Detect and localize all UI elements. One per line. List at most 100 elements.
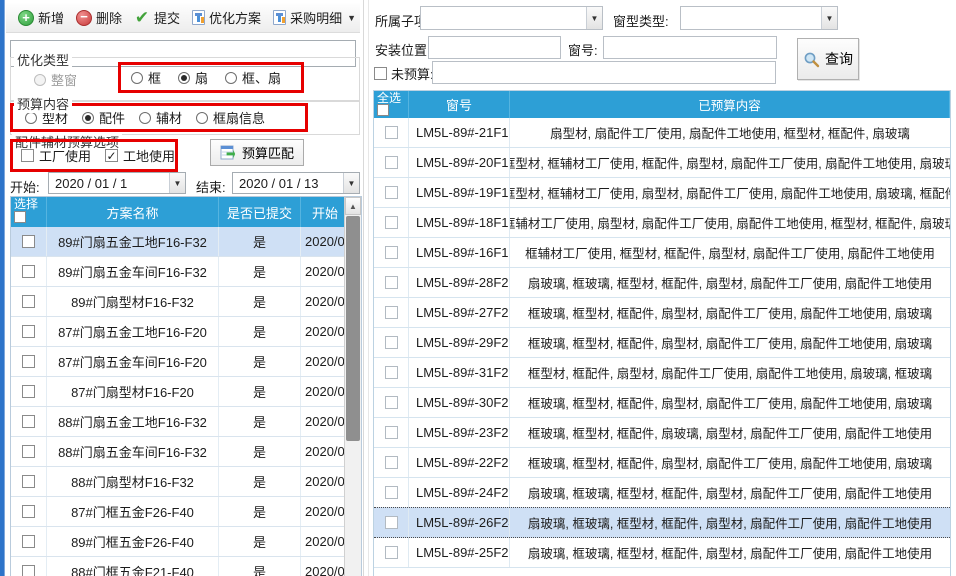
- scrollbar-thumb[interactable]: [346, 216, 360, 441]
- window-row[interactable]: LM5L-89#-29F27 框玻璃, 框型材, 框配件, 扇型材, 扇配件工厂…: [374, 328, 950, 358]
- no-budget-input[interactable]: [432, 61, 776, 84]
- window-row[interactable]: LM5L-89#-27F25 框玻璃, 框型材, 框配件, 扇型材, 扇配件工厂…: [374, 298, 950, 328]
- window-row[interactable]: LM5L-89#-30F28 框玻璃, 框型材, 框配件, 扇型材, 扇配件工厂…: [374, 388, 950, 418]
- toolbar-button-icon: [192, 10, 205, 25]
- window-row[interactable]: LM5L-89#-31F29 框型材, 框配件, 扇型材, 扇配件工厂使用, 扇…: [374, 358, 950, 388]
- plan-row[interactable]: 89#门扇五金工地F16-F32 是 2020/0: [11, 227, 361, 257]
- window-row[interactable]: LM5L-89#-28F26 扇玻璃, 框玻璃, 框型材, 框配件, 扇型材, …: [374, 268, 950, 298]
- radio-option[interactable]: 框: [131, 68, 161, 87]
- toolbar-button[interactable]: 采购明细 ▼: [267, 5, 362, 30]
- row-checkbox[interactable]: [385, 306, 398, 319]
- checkbox-option[interactable]: 工厂使用: [21, 146, 91, 165]
- radio-option[interactable]: 整窗: [34, 70, 77, 89]
- row-checkbox[interactable]: [385, 426, 398, 439]
- checkbox-icon: [374, 67, 387, 80]
- sub-item-combo[interactable]: ▼: [420, 6, 603, 30]
- toolbar-button[interactable]: 新增: [12, 5, 70, 30]
- scroll-up-arrow-icon[interactable]: ▲: [345, 197, 361, 215]
- start-date-picker[interactable]: 2020 / 01 / 1 ▼: [48, 172, 186, 194]
- end-date-picker[interactable]: 2020 / 01 / 13 ▼: [232, 172, 360, 194]
- row-checkbox[interactable]: [385, 396, 398, 409]
- toolbar-button[interactable]: 删除: [70, 5, 128, 30]
- row-checkbox[interactable]: [385, 516, 398, 529]
- row-checkbox[interactable]: [22, 265, 35, 278]
- select-all-checkbox[interactable]: [14, 211, 26, 223]
- row-checkbox[interactable]: [22, 415, 35, 428]
- radio-option[interactable]: 框扇信息: [196, 108, 265, 127]
- row-checkbox[interactable]: [22, 235, 35, 248]
- row-checkbox[interactable]: [22, 445, 35, 458]
- window-no-input[interactable]: [603, 36, 777, 59]
- row-checkbox[interactable]: [385, 216, 398, 229]
- submitted-cell: 是: [219, 317, 301, 346]
- row-checkbox[interactable]: [385, 276, 398, 289]
- panel-splitter[interactable]: [362, 0, 372, 576]
- row-checkbox[interactable]: [385, 126, 398, 139]
- window-row[interactable]: LM5L-89#-26F24 扇玻璃, 框玻璃, 框型材, 框配件, 扇型材, …: [374, 507, 950, 538]
- row-checkbox[interactable]: [22, 295, 35, 308]
- checkbox-option[interactable]: 工地使用: [105, 146, 175, 165]
- start-date-cell: 2020/0: [301, 257, 346, 286]
- plan-row[interactable]: 88#门扇五金工地F16-F32 是 2020/0: [11, 407, 361, 437]
- row-checkbox[interactable]: [385, 336, 398, 349]
- toolbar-button[interactable]: 提交: [128, 5, 186, 30]
- window-row[interactable]: LM5L-89#-16F15 框辅材工厂使用, 框型材, 框配件, 扇型材, 扇…: [374, 238, 950, 268]
- vertical-scrollbar[interactable]: ▲: [344, 197, 361, 576]
- plan-row[interactable]: 87#门扇型材F16-F20 是 2020/0: [11, 377, 361, 407]
- radio-option[interactable]: 框、扇: [225, 68, 281, 87]
- row-checkbox[interactable]: [385, 486, 398, 499]
- window-no-cell: LM5L-89#-29F27: [409, 328, 510, 357]
- row-checkbox[interactable]: [22, 325, 35, 338]
- budgeted-content-cell: 框型材, 框辅材工厂使用, 框配件, 扇型材, 扇配件工厂使用, 扇配件工地使用…: [510, 148, 950, 177]
- budget-match-icon: [220, 145, 237, 161]
- window-row[interactable]: LM5L-89#-19F17 框型材, 框辅材工厂使用, 扇型材, 扇配件工厂使…: [374, 178, 950, 208]
- plan-row[interactable]: 89#门扇五金车间F16-F32 是 2020/0: [11, 257, 361, 287]
- window-row[interactable]: LM5L-89#-20F18 框型材, 框辅材工厂使用, 框配件, 扇型材, 扇…: [374, 148, 950, 178]
- window-type-combo[interactable]: ▼: [680, 6, 838, 30]
- row-checkbox[interactable]: [385, 456, 398, 469]
- plan-row[interactable]: 88#门扇型材F16-F32 是 2020/0: [11, 467, 361, 497]
- toolbar-button[interactable]: 优化方案: [186, 5, 267, 30]
- plan-row[interactable]: 87#门扇五金车间F16-F20 是 2020/0: [11, 347, 361, 377]
- row-checkbox[interactable]: [22, 355, 35, 368]
- plan-row[interactable]: 87#门框五金F26-F40 是 2020/0: [11, 497, 361, 527]
- chevron-down-icon[interactable]: ▼: [343, 173, 359, 193]
- radio-option[interactable]: 扇: [178, 68, 208, 87]
- row-checkbox[interactable]: [22, 385, 35, 398]
- row-checkbox[interactable]: [385, 186, 398, 199]
- plan-row[interactable]: 87#门扇五金工地F16-F20 是 2020/0: [11, 317, 361, 347]
- plan-name-cell: 88#门扇五金工地F16-F32: [47, 407, 219, 436]
- window-edge: [0, 0, 5, 576]
- radio-option[interactable]: 配件: [82, 108, 125, 127]
- window-row[interactable]: LM5L-89#-25F23 扇玻璃, 框玻璃, 框型材, 框配件, 扇型材, …: [374, 538, 950, 568]
- chevron-down-icon[interactable]: ▼: [821, 7, 837, 29]
- plan-row[interactable]: 89#门框五金F26-F40 是 2020/0: [11, 527, 361, 557]
- row-checkbox[interactable]: [385, 156, 398, 169]
- window-row[interactable]: LM5L-89#-18F16 框辅材工厂使用, 扇型材, 扇配件工厂使用, 扇配…: [374, 208, 950, 238]
- window-row[interactable]: LM5L-89#-23F21 框玻璃, 框型材, 框配件, 扇玻璃, 扇型材, …: [374, 418, 950, 448]
- row-checkbox[interactable]: [385, 246, 398, 259]
- budget-match-button[interactable]: 预算匹配: [210, 139, 304, 166]
- install-position-input[interactable]: [428, 36, 561, 59]
- chevron-down-icon[interactable]: ▼: [169, 173, 185, 193]
- row-checkbox[interactable]: [385, 366, 398, 379]
- start-date-cell: 2020/0: [301, 467, 346, 496]
- row-checkbox[interactable]: [22, 475, 35, 488]
- plan-row[interactable]: 88#门框五金F21-F40 是 2020/0: [11, 557, 361, 576]
- window-row[interactable]: LM5L-89#-22F20 框玻璃, 框型材, 框配件, 扇型材, 扇配件工厂…: [374, 448, 950, 478]
- plan-row[interactable]: 88#门扇五金车间F16-F32 是 2020/0: [11, 437, 361, 467]
- window-row[interactable]: LM5L-89#-24F22 扇玻璃, 框玻璃, 框型材, 框配件, 扇型材, …: [374, 478, 950, 508]
- window-row[interactable]: LM5L-89#-21F19 扇型材, 扇配件工厂使用, 扇配件工地使用, 框型…: [374, 118, 950, 148]
- select-all-checkbox[interactable]: [377, 104, 389, 116]
- radio-option[interactable]: 辅材: [139, 108, 182, 127]
- row-checkbox[interactable]: [22, 535, 35, 548]
- plan-row[interactable]: 89#门扇型材F16-F32 是 2020/0: [11, 287, 361, 317]
- query-button[interactable]: 查询: [797, 38, 859, 80]
- chevron-down-icon[interactable]: ▼: [586, 7, 602, 29]
- row-checkbox[interactable]: [22, 505, 35, 518]
- radio-icon: [131, 72, 143, 84]
- row-checkbox[interactable]: [22, 565, 35, 576]
- row-checkbox[interactable]: [385, 546, 398, 559]
- submitted-cell: 是: [219, 557, 301, 576]
- no-budget-checkbox-item[interactable]: 未预算:: [374, 64, 434, 83]
